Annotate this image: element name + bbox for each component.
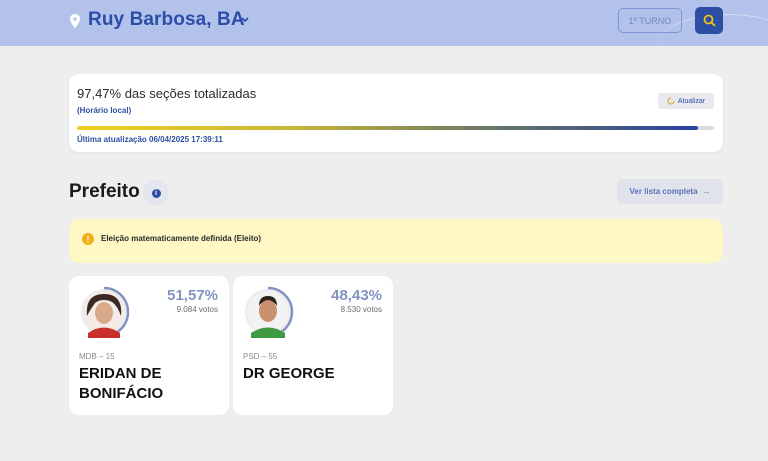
result-defined-alert: ! Eleição matematicamente definida (Elei…	[69, 219, 723, 263]
refresh-label: Atualizar	[677, 97, 706, 105]
vote-count: 9.084 votos	[176, 305, 218, 314]
candidate-avatar	[78, 286, 130, 338]
arrow-right-icon: →	[702, 187, 711, 196]
refresh-button[interactable]: Atualizar	[658, 93, 714, 109]
chevron-down-icon[interactable]	[240, 16, 250, 24]
search-icon	[703, 14, 716, 27]
last-update-text: Última atualização 06/04/2025 17:39:11	[77, 135, 223, 144]
progress-fill	[77, 126, 698, 130]
refresh-icon	[667, 97, 675, 105]
search-button[interactable]	[695, 7, 723, 34]
party-number: PSD – 55	[243, 352, 278, 361]
location-title[interactable]: Ruy Barbosa, BA	[88, 9, 245, 31]
local-time-label: (Horário local)	[77, 106, 132, 115]
candidate-card[interactable]: 51,57% 9.084 votos MDB – 15 ERIDAN DE BO…	[69, 276, 229, 415]
round-selector-button[interactable]: 1º TURNO	[618, 8, 682, 33]
vote-percentage: 51,57%	[167, 287, 218, 304]
vote-percentage: 48,43%	[331, 287, 382, 304]
candidate-card[interactable]: 48,43% 8.530 votos PSD – 55 DR GEORGE	[233, 276, 393, 415]
full-list-label: Ver lista completa	[629, 187, 698, 196]
candidate-name: ERIDAN DE BONIFÁCIO	[79, 365, 164, 402]
warning-icon: !	[82, 233, 94, 245]
top-header: Ruy Barbosa, BA 1º TURNO	[0, 0, 768, 46]
full-list-button[interactable]: Ver lista completa →	[617, 179, 723, 204]
totalization-progress-bar	[77, 126, 714, 130]
alert-text: Eleição matematicamente definida (Eleito…	[101, 234, 262, 243]
totalization-percent-text: 97,47% das seções totalizadas	[77, 86, 257, 101]
info-button[interactable]: i	[143, 180, 169, 206]
map-pin-icon	[70, 14, 80, 28]
candidate-name: DR GEORGE	[243, 365, 335, 382]
totalization-status-card: 97,47% das seções totalizadas (Horário l…	[69, 74, 723, 152]
section-title: Prefeito	[69, 181, 140, 202]
info-icon: i	[151, 188, 161, 198]
candidate-avatar	[242, 286, 294, 338]
party-number: MDB – 15	[79, 352, 115, 361]
vote-count: 8.530 votos	[340, 305, 382, 314]
